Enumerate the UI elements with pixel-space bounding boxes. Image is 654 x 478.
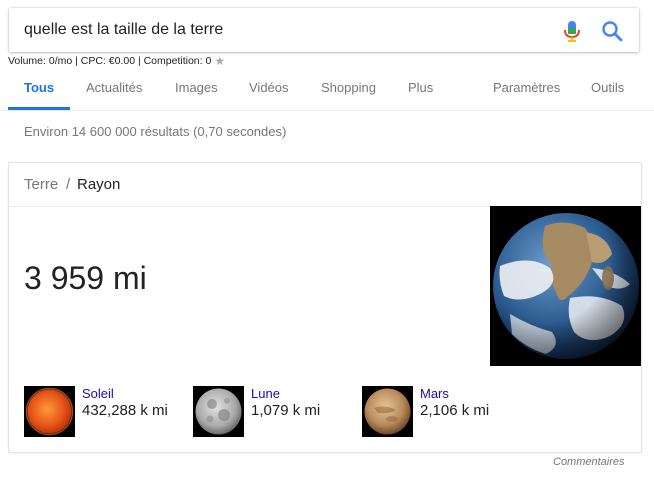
breadcrumb-current: Rayon: [77, 176, 121, 193]
seo-metrics-text: Volume: 0/mo | CPC: €0.00 | Competition:…: [8, 55, 212, 67]
sun-icon: [25, 387, 74, 436]
result-stats: Environ 14 600 000 résultats (0,70 secon…: [24, 124, 287, 139]
tab-parametres[interactable]: Paramètres: [493, 67, 560, 110]
moon-icon: [195, 388, 242, 435]
moon-image: [193, 386, 244, 437]
tab-actualites[interactable]: Actualités: [86, 67, 142, 110]
related-item-soleil[interactable]: Soleil 432,288 k mi: [24, 386, 184, 438]
tab-images[interactable]: Images: [175, 67, 218, 110]
earth-globe-icon: [493, 213, 639, 359]
card-header: Terre / Rayon: [9, 163, 641, 207]
tab-tous[interactable]: Tous: [24, 67, 54, 110]
related-item-name[interactable]: Soleil: [82, 386, 114, 401]
related-item-name[interactable]: Lune: [251, 386, 280, 401]
search-icon[interactable]: [600, 19, 624, 43]
related-item-value: 2,106 k mi: [420, 402, 490, 419]
knowledge-card: Terre / Rayon 3 959 mi Soleil 432,288 k …: [8, 162, 642, 453]
tab-shopping[interactable]: Shopping: [321, 67, 376, 110]
search-box[interactable]: [9, 8, 639, 52]
tab-outils[interactable]: Outils: [591, 67, 624, 110]
microphone-icon[interactable]: [562, 19, 582, 43]
related-item-mars[interactable]: Mars 2,106 k mi: [362, 386, 522, 438]
search-tabs: Tous Actualités Images Vidéos Shopping P…: [0, 67, 654, 110]
tab-videos[interactable]: Vidéos: [249, 67, 289, 110]
related-item-value: 1,079 k mi: [251, 402, 321, 419]
mars-image: [362, 386, 413, 437]
star-icon[interactable]: ★: [214, 54, 225, 68]
answer-value: 3 959 mi: [24, 260, 147, 296]
earth-image[interactable]: [490, 206, 641, 366]
tab-plus[interactable]: Plus: [408, 67, 433, 110]
search-input[interactable]: [24, 8, 544, 52]
related-item-lune[interactable]: Lune 1,079 k mi: [193, 386, 353, 438]
mars-icon: [364, 388, 411, 435]
feedback-link[interactable]: Commentaires: [553, 456, 625, 468]
breadcrumb-parent[interactable]: Terre: [24, 176, 58, 193]
seo-metrics-bar: Volume: 0/mo | CPC: €0.00 | Competition:…: [8, 53, 225, 68]
tabs-divider: [0, 110, 654, 111]
related-item-name[interactable]: Mars: [420, 386, 449, 401]
related-item-value: 432,288 k mi: [82, 402, 168, 419]
breadcrumb-separator: /: [66, 176, 71, 193]
sun-image: [24, 386, 75, 437]
